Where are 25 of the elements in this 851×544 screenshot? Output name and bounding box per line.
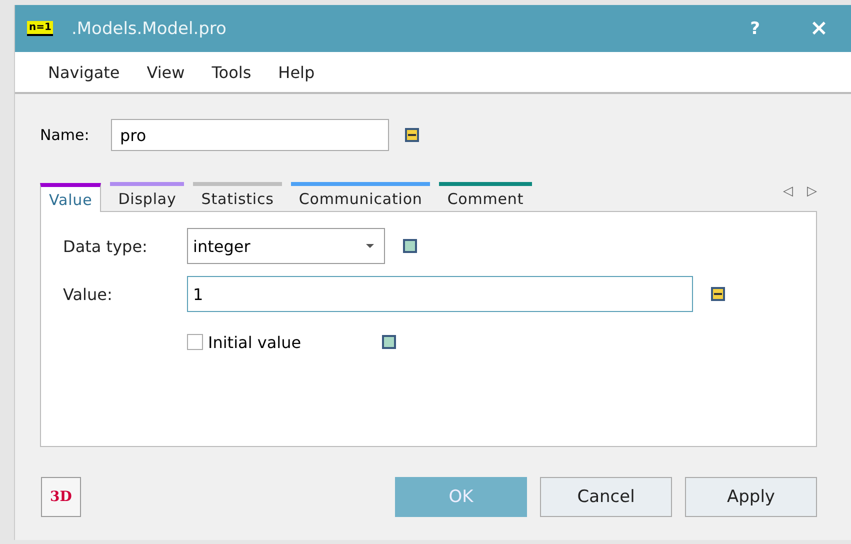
3d-button[interactable]: 3D: [41, 477, 81, 517]
menu-item[interactable]: Tools: [210, 62, 262, 82]
name-label: Name:: [40, 126, 90, 144]
dropdown[interactable]: integer: [187, 228, 385, 264]
marker-icon[interactable]: [711, 287, 725, 301]
caret-icon: [366, 244, 374, 248]
menu-item[interactable]: Help: [277, 62, 325, 82]
window-title: .Models.Model.pro: [71, 18, 226, 38]
checkbox[interactable]: [187, 334, 203, 350]
dialog-button[interactable]: Apply: [685, 477, 817, 517]
marker-icon[interactable]: [382, 335, 396, 349]
scroll-left-icon[interactable]: ◁: [783, 184, 793, 199]
scroll-right-icon[interactable]: ▷: [807, 184, 817, 199]
menu-item[interactable]: View: [146, 62, 195, 82]
marker-icon[interactable]: [403, 239, 417, 253]
app-logo: n=1: [27, 21, 54, 36]
field-label: Value:: [63, 284, 114, 304]
dialog-button[interactable]: Cancel: [540, 477, 672, 517]
name-field[interactable]: pro: [111, 119, 389, 151]
value-field[interactable]: 1: [187, 276, 693, 312]
menu-item[interactable]: Navigate: [47, 62, 130, 82]
tab[interactable]: Value: [40, 183, 102, 212]
checkbox-label: Initial value: [208, 332, 302, 352]
field-label: Data type:: [63, 236, 148, 256]
marker-icon[interactable]: [405, 128, 419, 142]
